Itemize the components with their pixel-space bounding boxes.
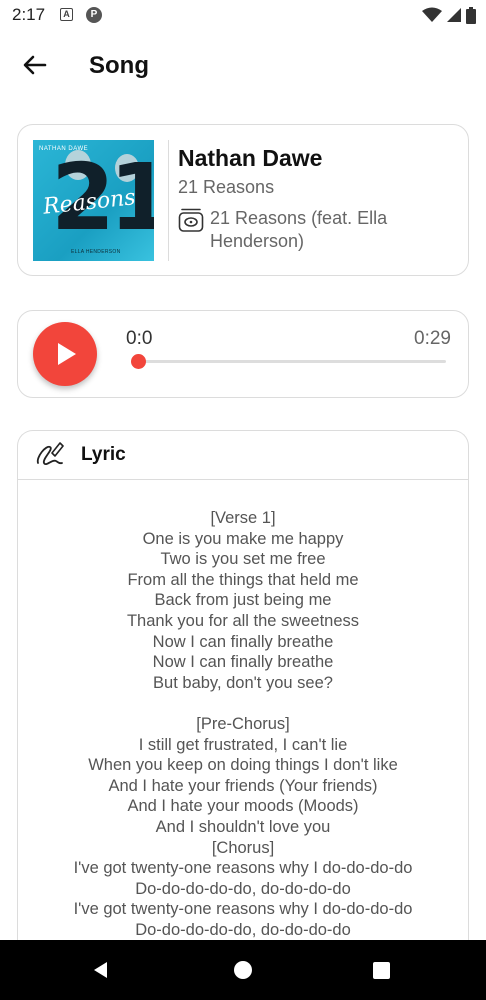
- battery-icon: [466, 6, 476, 24]
- lyric-line: [Chorus]: [211, 838, 275, 857]
- lyric-title: Lyric: [81, 444, 126, 465]
- song-info-card: NATHAN DAWE 21 Reasons ELLA HENDERSON Na…: [17, 124, 469, 276]
- page-title: Song: [89, 52, 149, 79]
- lyric-line: I've got twenty-one reasons why I do-do-…: [73, 900, 413, 919]
- lyric-gap: [18, 693, 468, 714]
- lyric-line: I've got twenty-one reasons why I do-do-…: [73, 859, 413, 878]
- lyric-line: Back from just being me: [154, 591, 332, 610]
- lyric-line: I still get frustrated, I can't lie: [138, 735, 348, 754]
- lyric-line: Do-do-do-do-do, do-do-do-do: [135, 879, 351, 898]
- lyric-line: [Pre-Chorus]: [196, 714, 290, 733]
- lyric-header: Lyric: [18, 431, 468, 480]
- notification-p-icon: P: [86, 7, 102, 23]
- lyric-line: Now I can finally breathe: [152, 632, 334, 651]
- lyric-line: But baby, don't you see?: [153, 673, 333, 692]
- lyric-body: [Verse 1] One is you make me happy Two is …: [18, 508, 468, 940]
- artist-name: Nathan Dawe: [178, 145, 323, 171]
- status-time: 2:17: [12, 5, 46, 24]
- play-button[interactable]: [33, 322, 97, 386]
- card-divider: [168, 140, 169, 261]
- wifi-icon: [422, 7, 442, 22]
- lyric-line: And I shouldn't love you: [155, 817, 331, 836]
- lyric-line: From all the things that held me: [127, 570, 359, 589]
- lyric-line: And I hate your moods (Moods): [127, 797, 359, 816]
- status-bar: 2:17 A P: [0, 0, 486, 32]
- lyric-card: Lyric [Verse 1] One is you make me happy T…: [17, 430, 469, 990]
- lyric-line: When you keep on doing things I don't li…: [88, 756, 398, 775]
- total-time: 0:29: [414, 328, 451, 349]
- current-time: 0:0: [126, 328, 153, 349]
- navigation-bar: [0, 940, 486, 1000]
- arrow-left-icon: [23, 55, 47, 75]
- nav-recents-icon[interactable]: [373, 962, 390, 979]
- notification-a-icon: A: [60, 8, 73, 21]
- lyric-line: Do-do-do-do-do, do-do-do-do: [135, 920, 351, 939]
- lyric-line: [Verse 1]: [210, 509, 276, 527]
- signal-icon: [447, 8, 461, 22]
- disc-icon: [178, 208, 204, 232]
- play-icon: [58, 343, 76, 365]
- seek-thumb[interactable]: [130, 354, 146, 369]
- player-card: 0:0 0:29: [17, 310, 469, 398]
- lyric-line: Two is you set me free: [160, 550, 326, 569]
- seek-bar[interactable]: [138, 360, 446, 363]
- lyric-line: Now I can finally breathe: [152, 653, 334, 672]
- lyric-line: Thank you for all the sweetness: [126, 611, 360, 630]
- nav-home-icon[interactable]: [234, 961, 252, 979]
- back-button[interactable]: [18, 48, 52, 82]
- cover-featured-text: ELLA HENDERSON: [71, 249, 121, 255]
- lyric-line: One is you make me happy: [142, 529, 344, 548]
- app-bar: Song: [0, 36, 486, 96]
- track-title: 21 Reasons (feat. Ella Henderson): [210, 208, 388, 251]
- lyric-line: And I hate your friends (Your friends): [108, 776, 378, 795]
- signature-pen-icon: [36, 442, 64, 465]
- album-cover: NATHAN DAWE 21 Reasons ELLA HENDERSON: [33, 140, 154, 261]
- nav-back-icon[interactable]: [91, 960, 111, 980]
- status-indicators: [422, 6, 476, 24]
- album-name: 21 Reasons: [178, 177, 275, 197]
